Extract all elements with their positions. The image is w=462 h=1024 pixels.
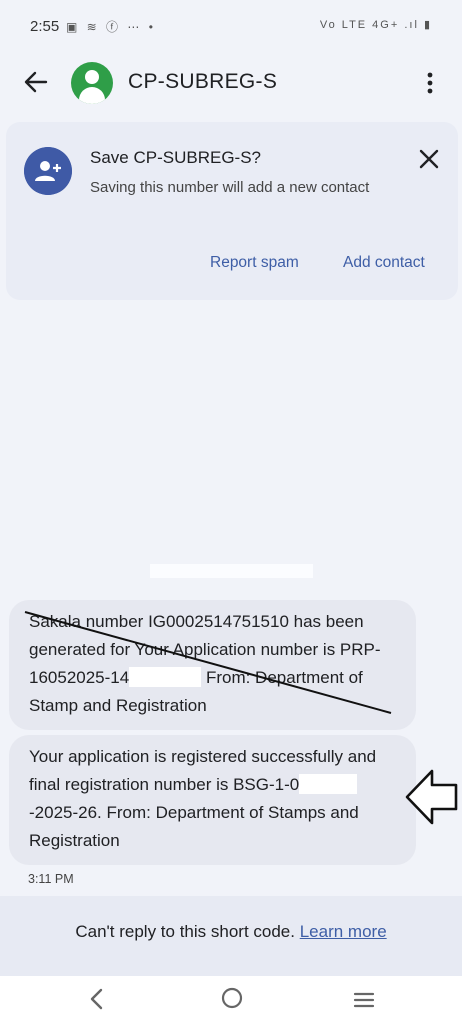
message-bubble[interactable]: Sakala number IG0002514751510 has been g… — [9, 600, 416, 730]
reply-bar: Can't reply to this short code. Learn mo… — [0, 896, 462, 976]
notification-icons: ▣ ≋ ⓕ ⋯ • — [66, 20, 156, 34]
contact-name[interactable]: CP-SUBREG-S — [128, 70, 277, 94]
message-text: Your application is registered successfu… — [29, 747, 376, 850]
save-contact-title: Save CP-SUBREG-S? — [90, 148, 261, 167]
menu-lines-icon[interactable] — [352, 988, 376, 1012]
redaction-box — [299, 774, 358, 794]
redaction-bar — [150, 564, 313, 578]
report-spam-button[interactable]: Report spam — [210, 254, 299, 272]
system-nav-bar — [0, 976, 462, 1024]
reply-notice-text: Can't reply to this short code. — [75, 922, 295, 941]
learn-more-link[interactable]: Learn more — [300, 922, 387, 941]
conversation-header: CP-SUBREG-S — [0, 50, 462, 116]
arrow-left-icon[interactable] — [20, 64, 52, 100]
save-contact-description: Saving this number will add a new contac… — [90, 179, 370, 196]
redaction-box — [129, 667, 202, 687]
avatar-head — [85, 70, 99, 84]
close-icon[interactable] — [416, 146, 442, 172]
avatar[interactable] — [71, 62, 113, 104]
chevron-left-icon[interactable] — [86, 986, 108, 1012]
signal-battery-icons: Vo LTE 4G+ .ıl ▮ — [319, 19, 432, 31]
add-contact-button[interactable]: Add contact — [343, 254, 425, 272]
more-vert-icon[interactable] — [420, 68, 440, 98]
circle-icon[interactable] — [220, 986, 244, 1010]
message-bubble[interactable]: Your application is registered successfu… — [9, 735, 416, 865]
message-text-part: -2025-26. From: Department of Stamps and… — [29, 803, 359, 850]
status-time: 2:55 — [30, 18, 60, 35]
message-timestamp: 3:11 PM — [28, 872, 74, 886]
status-bar: 2:55 ▣ ≋ ⓕ ⋯ • Vo LTE 4G+ .ıl ▮ — [0, 0, 462, 50]
arrow-left-outline-icon — [405, 769, 458, 825]
save-contact-card: Save CP-SUBREG-S? Saving this number wil… — [6, 122, 458, 300]
message-text: Sakala number IG0002514751510 has been g… — [29, 612, 381, 715]
person-add-icon — [24, 147, 72, 195]
reply-notice: Can't reply to this short code. Learn mo… — [0, 922, 462, 942]
avatar-body — [79, 87, 105, 104]
